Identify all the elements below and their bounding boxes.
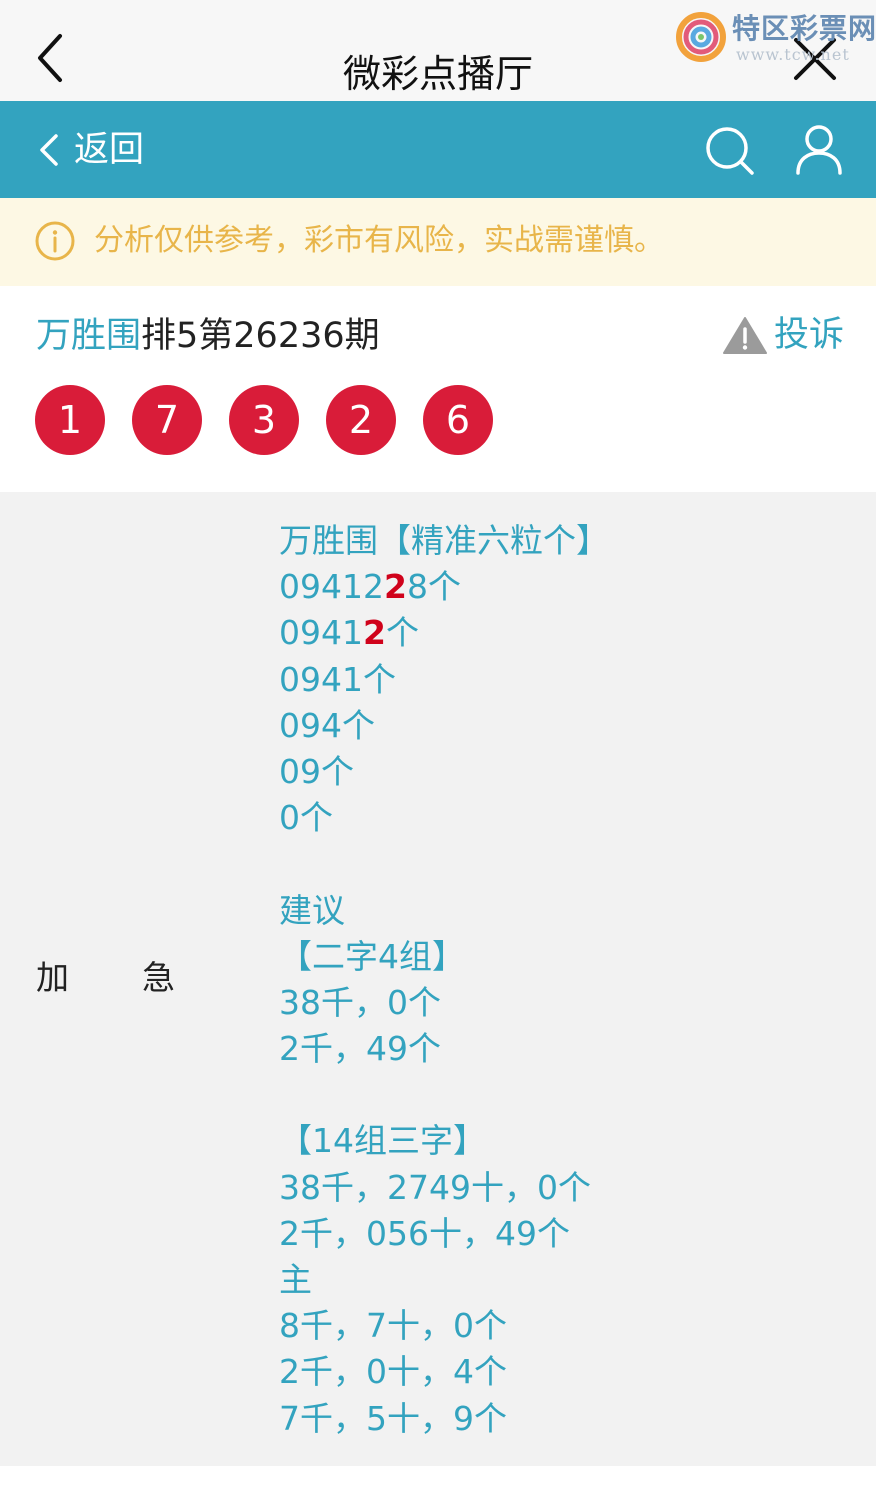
nav-bar: 返回 [0, 101, 876, 198]
line-text: 建议 [279, 890, 345, 930]
line-text: 万胜围【精准六粒个】 [279, 521, 609, 560]
prediction-lines: 万胜围【精准六粒个】 0941228个 09412个 0941个 094个 09个 0个 建议… [279, 518, 839, 1442]
draw-ball: 7 [132, 385, 202, 455]
warning-icon [723, 317, 767, 354]
prediction-line: 【14组三字】 [279, 1118, 839, 1164]
notice-text: 分析仅供参考，彩市有风险，实战需谨慎。 [94, 223, 664, 258]
issue-card: 万胜围排5第26236期 投诉 1 7 3 2 6 [0, 286, 876, 492]
line-text: 主 [279, 1260, 312, 1299]
search-button[interactable] [704, 125, 756, 177]
risk-notice: 分析仅供参考，彩市有风险，实战需谨慎。 [0, 198, 876, 286]
user-button[interactable] [794, 123, 844, 177]
prediction-line: 09个 [279, 749, 839, 795]
top-bar: 微彩点播厅 特区彩票网 www.tcw.net [0, 0, 876, 101]
urgent-label-left: 加 [36, 958, 69, 997]
line-text: 0个 [279, 798, 333, 838]
prediction-line: 8千，7十，0个 [279, 1303, 839, 1349]
draw-ball: 2 [326, 385, 396, 455]
info-icon [35, 221, 75, 261]
line-text: 38千，2749十，0个 [279, 1167, 591, 1207]
user-icon [796, 125, 842, 175]
watermark: 特区彩票网 www.tcw.net [672, 8, 876, 68]
prediction-line [279, 841, 839, 887]
prediction-line: 万胜围【精准六粒个】 [279, 518, 839, 564]
line-text: 0941 [279, 613, 363, 653]
line-text: 【二字4组】 [279, 936, 465, 976]
line-text: 【14组三字】 [279, 1121, 486, 1161]
prediction-line: 2千，056十，49个 [279, 1211, 839, 1257]
prediction-line: 0941228个 [279, 564, 839, 610]
prediction-line: 09412个 [279, 610, 839, 656]
nav-back-label: 返回 [74, 130, 145, 170]
draw-ball: 6 [423, 385, 493, 455]
prediction-line: 0941个 [279, 657, 839, 703]
prediction-line: 7千，5十，9个 [279, 1396, 839, 1442]
draw-ball: 1 [35, 385, 105, 455]
issue-number: 排5第26236期 [141, 316, 380, 356]
prediction-line: 2千，49个 [279, 1026, 839, 1072]
prediction-line: 建议 [279, 888, 839, 934]
highlight-digit: 2 [383, 567, 407, 607]
complain-button[interactable]: 投诉 [722, 310, 844, 360]
chevron-left-icon [40, 134, 58, 166]
draw-ball: 3 [229, 385, 299, 455]
prediction-line: 主 [279, 1257, 839, 1303]
line-text: 0941个 [279, 659, 396, 699]
urgent-label-right: 急 [142, 958, 175, 997]
highlight-digit: 2 [362, 613, 386, 653]
line-text: 2千，056十，49个 [279, 1213, 570, 1253]
prediction-line: 094个 [279, 703, 839, 749]
line-text: 2千，49个 [279, 1029, 441, 1069]
line-text: 7千，5十，9个 [279, 1398, 507, 1438]
prediction-line: 38千，0个 [279, 980, 839, 1026]
prediction-line [279, 1072, 839, 1118]
line-text: 094个 [279, 705, 375, 745]
issue-title: 万胜围排5第26236期 [36, 312, 380, 360]
logo-swirl-icon [676, 12, 726, 62]
draw-balls: 1 7 3 2 6 [35, 385, 520, 455]
line-text: 38千，0个 [279, 982, 441, 1022]
line-text: 8个 [406, 567, 461, 607]
prediction-line: 2千，0十，4个 [279, 1349, 839, 1395]
line-text: 个 [385, 613, 419, 653]
line-text: 8千，7十，0个 [279, 1306, 507, 1346]
watermark-name: 特区彩票网 [732, 12, 876, 45]
search-icon [706, 127, 754, 175]
prediction-content: 加 急 万胜围【精准六粒个】 0941228个 09412个 0941个 094个 09个… [0, 492, 876, 1466]
prediction-line: 38千，2749十，0个 [279, 1165, 839, 1211]
bottom-spacer [0, 1466, 876, 1500]
nav-back-button[interactable]: 返回 [36, 125, 144, 175]
line-text: 09个 [279, 751, 354, 791]
line-text: 09412 [279, 567, 384, 607]
watermark-site: www.tcw.net [736, 45, 850, 64]
prediction-line: 0个 [279, 795, 839, 841]
prediction-line: 【二字4组】 [279, 934, 839, 980]
complain-label: 投诉 [774, 315, 845, 355]
line-text: 2千，0十，4个 [279, 1352, 507, 1392]
author-link[interactable]: 万胜围 [36, 316, 141, 356]
